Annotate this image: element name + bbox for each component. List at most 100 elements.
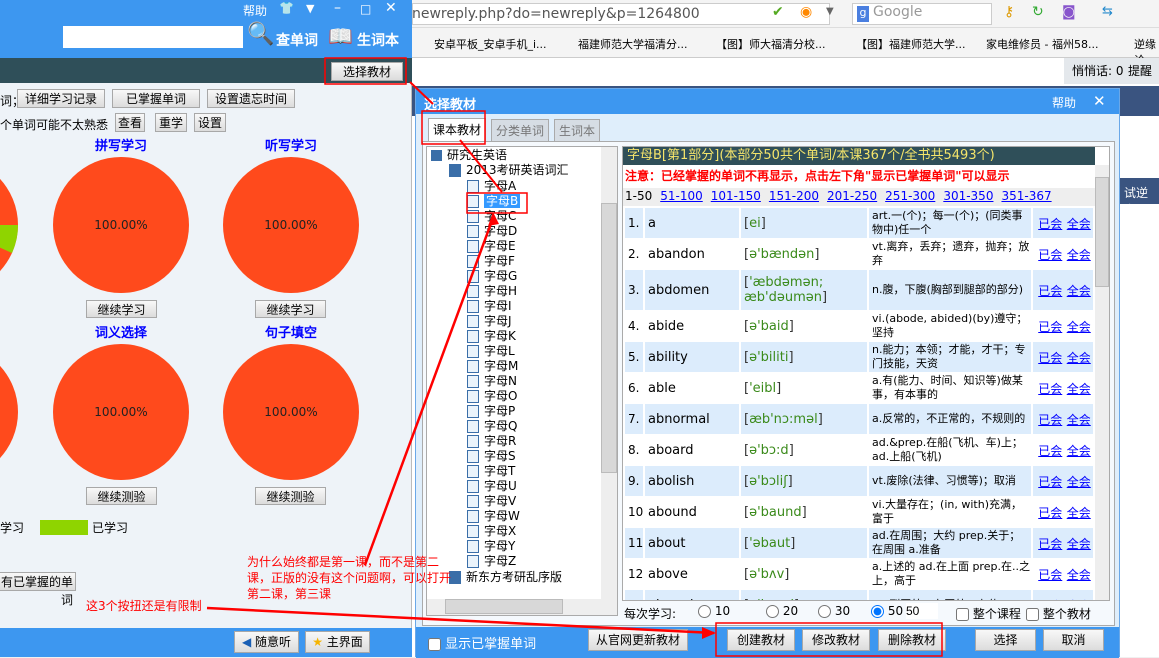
- range-link[interactable]: 301-350: [943, 189, 993, 203]
- all-known-link[interactable]: 全会: [1067, 535, 1091, 552]
- refresh-icon[interactable]: ↻: [1032, 4, 1044, 20]
- all-known-link[interactable]: 全会: [1067, 246, 1091, 263]
- all-known-link[interactable]: 全会: [1067, 349, 1091, 366]
- remind-link[interactable]: 提醒: [1128, 62, 1152, 79]
- tree-node-lesson[interactable]: 字母A: [467, 179, 516, 194]
- tree-node-lesson[interactable]: 字母S: [467, 449, 516, 464]
- known-link[interactable]: 已会: [1038, 566, 1062, 583]
- study-count-radio[interactable]: 50: [871, 604, 903, 618]
- list-scrollbar[interactable]: [1095, 165, 1109, 600]
- known-link[interactable]: 已会: [1038, 318, 1062, 335]
- known-link[interactable]: 已会: [1038, 473, 1062, 490]
- custom-count-input[interactable]: [906, 603, 938, 619]
- all-known-link[interactable]: 全会: [1067, 597, 1091, 601]
- tree-node-lesson[interactable]: 字母E: [467, 239, 516, 254]
- chevron-down-icon[interactable]: ▼: [826, 6, 834, 17]
- known-link[interactable]: 已会: [1038, 215, 1062, 232]
- bookmark[interactable]: 【图】福建师范大学...: [856, 36, 966, 52]
- all-known-link[interactable]: 全会: [1067, 318, 1091, 335]
- tree-node-lesson[interactable]: 字母R: [467, 434, 516, 449]
- tree-node-lesson[interactable]: 字母X: [467, 524, 516, 539]
- translate-icon[interactable]: ⇆: [1102, 4, 1113, 19]
- continue-study-button[interactable]: 继续学习: [255, 300, 326, 318]
- mastered-all-button[interactable]: 有已掌握的单词: [0, 572, 76, 607]
- random-listen-button[interactable]: ◀ 随意听: [234, 631, 299, 653]
- dialog-help-link[interactable]: 帮助: [1052, 94, 1076, 111]
- bookmark[interactable]: 家电维修员 - 福州58...: [986, 36, 1098, 52]
- delete-textbook-button[interactable]: 删除教材: [878, 629, 946, 651]
- known-link[interactable]: 已会: [1038, 504, 1062, 521]
- tree-node-root[interactable]: 研究生英语: [431, 148, 507, 163]
- create-textbook-button[interactable]: 创建教材: [727, 629, 795, 651]
- known-link[interactable]: 已会: [1038, 442, 1062, 459]
- study-count-radio[interactable]: 10: [698, 604, 730, 618]
- cancel-button[interactable]: 取消: [1043, 629, 1104, 651]
- whole-course-checkbox[interactable]: 整个课程: [956, 605, 1021, 622]
- tree-node-lesson[interactable]: 字母V: [467, 494, 516, 509]
- range-link[interactable]: 251-300: [885, 189, 935, 203]
- known-link[interactable]: 已会: [1038, 349, 1062, 366]
- all-known-link[interactable]: 全会: [1067, 215, 1091, 232]
- all-known-link[interactable]: 全会: [1067, 380, 1091, 397]
- tree-node-book[interactable]: 2013考研英语词汇: [449, 163, 569, 178]
- camera-icon[interactable]: ◙: [1062, 4, 1076, 20]
- tree-node-book[interactable]: 新东方考研乱序版: [449, 570, 562, 585]
- tree-node-lesson[interactable]: 字母Z: [467, 554, 516, 569]
- tree-node-lesson[interactable]: 字母Y: [467, 539, 515, 554]
- all-known-link[interactable]: 全会: [1067, 442, 1091, 459]
- study-count-radio[interactable]: 20: [766, 604, 798, 618]
- tree-node-lesson[interactable]: 字母M: [467, 359, 518, 374]
- tree-node-lesson[interactable]: 字母K: [467, 329, 516, 344]
- tree-node-lesson[interactable]: 字母L: [467, 344, 515, 359]
- known-link[interactable]: 已会: [1038, 246, 1062, 263]
- all-known-link[interactable]: 全会: [1067, 282, 1091, 299]
- tree-node-lesson[interactable]: 字母F: [467, 254, 515, 269]
- rss-icon[interactable]: ◉: [800, 4, 812, 20]
- select-button[interactable]: 选择: [975, 629, 1036, 651]
- tree-node-lesson[interactable]: 字母U: [467, 479, 517, 494]
- connect-icon[interactable]: ✔: [772, 4, 784, 20]
- known-link[interactable]: 已会: [1038, 282, 1062, 299]
- tree-node-lesson[interactable]: 字母O: [467, 389, 517, 404]
- main-screen-button[interactable]: ★ 主界面: [305, 631, 370, 653]
- tree-node-lesson[interactable]: 字母P: [467, 404, 515, 419]
- dialog-close-icon[interactable]: ✕: [1093, 92, 1106, 110]
- continue-study-button[interactable]: 继续学习: [86, 300, 157, 318]
- tree-node-lesson[interactable]: 字母C: [467, 209, 516, 224]
- tree-vertical-scrollbar[interactable]: [601, 147, 617, 600]
- tree-node-lesson[interactable]: 字母J: [467, 314, 512, 329]
- search-box[interactable]: g Google: [852, 3, 992, 25]
- all-known-link[interactable]: 全会: [1067, 411, 1091, 428]
- range-link[interactable]: 101-150: [711, 189, 761, 203]
- continue-test-button[interactable]: 继续测验: [255, 487, 326, 505]
- known-link[interactable]: 已会: [1038, 597, 1062, 601]
- whisper-count[interactable]: 悄悄话: 0: [1072, 62, 1124, 79]
- tree-node-lesson[interactable]: 字母T: [467, 464, 515, 479]
- tree-node-lesson[interactable]: 字母G: [467, 269, 517, 284]
- range-link[interactable]: 351-367: [1001, 189, 1051, 203]
- known-link[interactable]: 已会: [1038, 380, 1062, 397]
- collapse-icon[interactable]: [431, 150, 442, 161]
- study-count-radio[interactable]: 30: [818, 604, 850, 618]
- all-known-link[interactable]: 全会: [1067, 473, 1091, 490]
- continue-test-button[interactable]: 继续测验: [86, 487, 157, 505]
- all-known-link[interactable]: 全会: [1067, 566, 1091, 583]
- tree-node-lesson[interactable]: 字母B: [467, 194, 521, 209]
- tree-node-lesson[interactable]: 字母N: [467, 374, 517, 389]
- tree-node-lesson[interactable]: 字母I: [467, 299, 512, 314]
- show-mastered-checkbox[interactable]: 显示已掌握单词: [428, 633, 536, 652]
- update-official-button[interactable]: 从官网更新教材: [588, 629, 688, 651]
- bookmark[interactable]: 安卓平板_安卓手机_i...: [434, 36, 547, 52]
- tab-textbook[interactable]: 课本教材: [428, 118, 487, 142]
- tab-wordbook[interactable]: 生词本: [554, 119, 601, 141]
- url-field[interactable]: newreply.php?do=newreply&p=1264800: [412, 6, 700, 22]
- key-icon[interactable]: ⚷: [1004, 4, 1014, 20]
- modify-textbook-button[interactable]: 修改教材: [802, 629, 870, 651]
- tree-node-lesson[interactable]: 字母Q: [467, 419, 517, 434]
- whole-book-checkbox[interactable]: 整个教材: [1026, 605, 1091, 622]
- tree-node-lesson[interactable]: 字母W: [467, 509, 520, 524]
- range-link[interactable]: 51-100: [660, 189, 703, 203]
- known-link[interactable]: 已会: [1038, 411, 1062, 428]
- known-link[interactable]: 已会: [1038, 535, 1062, 552]
- all-known-link[interactable]: 全会: [1067, 504, 1091, 521]
